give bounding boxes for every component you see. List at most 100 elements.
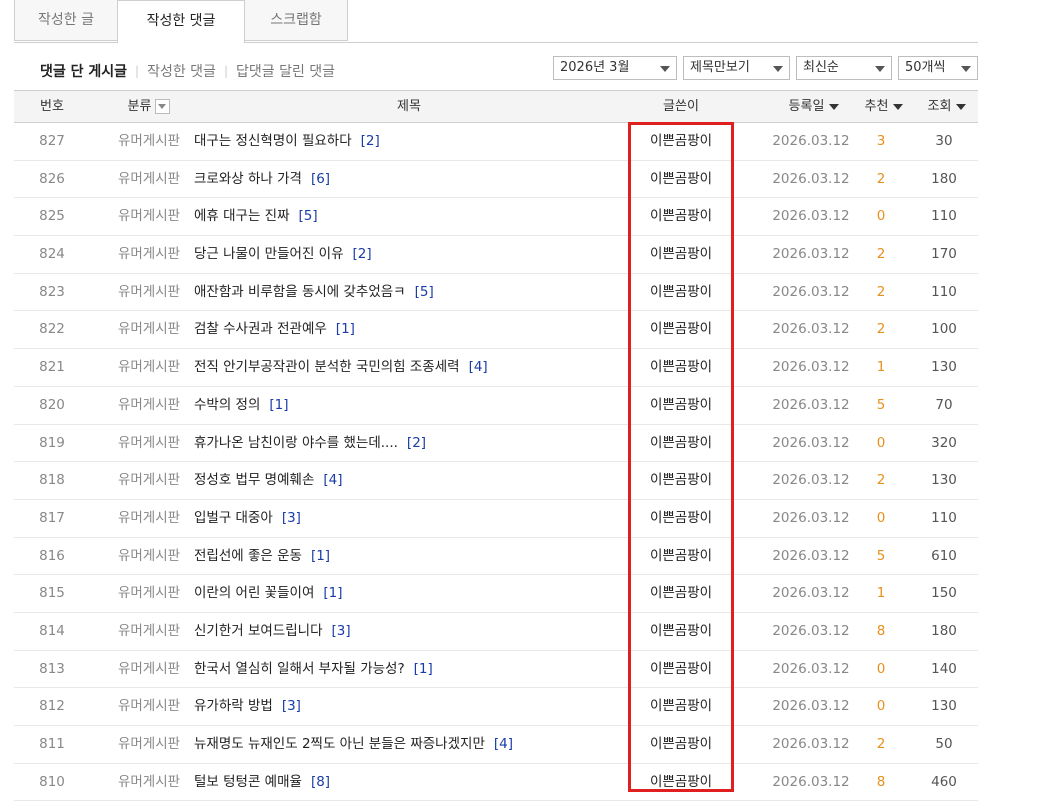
row-category[interactable]: 유머게시판 [90,387,208,423]
comment-count[interactable]: [2] [353,246,372,262]
row-category[interactable]: 유머게시판 [90,198,208,234]
table-row[interactable]: 813 유머게시판 한국서 열심히 일해서 부자될 가능성? [1] 이쁜곰팡이 2026… [14,651,978,689]
post-title-link[interactable]: 전립선에 좋은 운동 [194,548,302,564]
post-title-link[interactable]: 크로와상 하나 가격 [194,171,302,187]
table-row[interactable]: 812 유머게시판 유가하락 방법 [3] 이쁜곰팡이 2026.03.12 0 130 [14,688,978,726]
filter-commented-posts[interactable]: 댓글 단 게시글 [40,61,127,81]
post-title-link[interactable]: 정성호 법무 명예훼손 [194,472,314,488]
post-title-link[interactable]: 수박의 정의 [194,397,260,413]
table-row[interactable]: 823 유머게시판 애잔함과 비루함을 동시에 갖추었음ㅋ [5] 이쁜곰팡이 2026.… [14,274,978,312]
comment-count[interactable]: [1] [323,585,342,601]
header-recommend[interactable]: 추천 [856,91,912,122]
comment-count[interactable]: [3] [282,510,301,526]
row-author[interactable]: 이쁜곰팡이 [628,538,734,574]
table-row[interactable]: 827 유머게시판 대구는 정신혁명이 필요하다 [2] 이쁜곰팡이 2026.03.12… [14,123,978,161]
row-category[interactable]: 유머게시판 [90,500,208,536]
table-row[interactable]: 816 유머게시판 전립선에 좋은 운동 [1] 이쁜곰팡이 2026.03.12 5 610 [14,538,978,576]
row-author[interactable]: 이쁜곰팡이 [628,236,734,272]
comment-count[interactable]: [2] [407,435,426,451]
row-author[interactable]: 이쁜곰팡이 [628,198,734,234]
filter-written-comments[interactable]: 작성한 댓글 [147,61,216,81]
row-category[interactable]: 유머게시판 [90,236,208,272]
month-select[interactable]: 2026년 3월 [553,56,677,80]
header-date[interactable]: 등록일 [769,91,859,122]
table-row[interactable]: 821 유머게시판 전직 안기부공작관이 분석한 국민의힘 조종세력 [4] 이쁜곰팡이… [14,349,978,387]
comment-count[interactable]: [3] [332,623,351,639]
row-author[interactable]: 이쁜곰팡이 [628,688,734,724]
comment-count[interactable]: [5] [299,208,318,224]
comment-count[interactable]: [1] [311,548,330,564]
comment-count[interactable]: [2] [361,133,380,149]
row-author[interactable]: 이쁜곰팡이 [628,575,734,611]
row-category[interactable]: 유머게시판 [90,425,208,461]
comment-count[interactable]: [5] [415,284,434,300]
table-row[interactable]: 825 유머게시판 에휴 대구는 진짜 [5] 이쁜곰팡이 2026.03.12 0 110 [14,198,978,237]
comment-count[interactable]: [6] [311,171,330,187]
row-author[interactable]: 이쁜곰팡이 [628,651,734,687]
row-author[interactable]: 이쁜곰팡이 [628,764,734,800]
comment-count[interactable]: [4] [323,472,342,488]
table-row[interactable]: 822 유머게시판 검찰 수사권과 전관예우 [1] 이쁜곰팡이 2026.03.12 2 1… [14,311,978,350]
row-author[interactable]: 이쁜곰팡이 [628,500,734,536]
filter-replied-comments[interactable]: 답댓글 달린 댓글 [236,61,335,81]
tab-my-comments[interactable]: 작성한 댓글 [117,0,245,43]
comment-count[interactable]: [1] [269,397,288,413]
row-category[interactable]: 유머게시판 [90,123,208,159]
tab-scraps[interactable]: 스크랩함 [244,0,348,41]
page-size-select[interactable]: 50개씩 [898,56,978,80]
comment-count[interactable]: [3] [282,698,301,714]
row-author[interactable]: 이쁜곰팡이 [628,613,734,649]
post-title-link[interactable]: 전직 안기부공작관이 분석한 국민의힘 조종세력 [194,359,460,375]
row-category[interactable]: 유머게시판 [90,613,208,649]
table-row[interactable]: 826 유머게시판 크로와상 하나 가격 [6] 이쁜곰팡이 2026.03.12 2 180 [14,161,978,199]
row-category[interactable]: 유머게시판 [90,349,208,385]
row-author[interactable]: 이쁜곰팡이 [628,425,734,461]
row-author[interactable]: 이쁜곰팡이 [628,726,734,762]
post-title-link[interactable]: 털보 텅텅콘 예매율 [194,774,302,790]
post-title-link[interactable]: 대구는 정신혁명이 필요하다 [194,133,352,149]
post-title-link[interactable]: 당근 나물이 만들어진 이유 [194,246,344,262]
dropdown-icon[interactable] [155,99,171,114]
row-category[interactable]: 유머게시판 [90,538,208,574]
post-title-link[interactable]: 이란의 어린 꽃들이여 [194,585,314,601]
comment-count[interactable]: [1] [414,661,433,677]
row-category[interactable]: 유머게시판 [90,161,208,197]
view-mode-select[interactable]: 제목만보기 [683,56,790,80]
post-title-link[interactable]: 검찰 수사권과 전관예우 [194,321,327,337]
table-row[interactable]: 824 유머게시판 당근 나물이 만들어진 이유 [2] 이쁜곰팡이 2026.03.12… [14,236,978,274]
table-row[interactable]: 820 유머게시판 수박의 정의 [1] 이쁜곰팡이 2026.03.12 5 70 [14,387,978,425]
row-author[interactable]: 이쁜곰팡이 [628,462,734,498]
sort-select[interactable]: 최신순 [796,56,892,80]
post-title-link[interactable]: 뉴재명도 뉴재인도 2찍도 아닌 분들은 짜증나겠지만 [194,736,485,752]
row-category[interactable]: 유머게시판 [90,274,208,310]
row-author[interactable]: 이쁜곰팡이 [628,274,734,310]
table-row[interactable]: 814 유머게시판 신기한거 보여드립니다 [3] 이쁜곰팡이 2026.03.12 8 18… [14,613,978,651]
comment-count[interactable]: [4] [494,736,513,752]
tab-my-posts[interactable]: 작성한 글 [14,0,118,41]
comment-count[interactable]: [1] [336,321,355,337]
row-category[interactable]: 유머게시판 [90,311,208,347]
row-author[interactable]: 이쁜곰팡이 [628,387,734,423]
row-category[interactable]: 유머게시판 [90,651,208,687]
row-author[interactable]: 이쁜곰팡이 [628,349,734,385]
comment-count[interactable]: [8] [311,774,330,790]
row-author[interactable]: 이쁜곰팡이 [628,123,734,159]
post-title-link[interactable]: 신기한거 보여드립니다 [194,623,323,639]
post-title-link[interactable]: 휴가나온 남친이랑 야수를 했는데.... [194,435,398,451]
table-row[interactable]: 815 유머게시판 이란의 어린 꽃들이여 [1] 이쁜곰팡이 2026.03.12 1 15… [14,575,978,613]
row-category[interactable]: 유머게시판 [90,726,208,762]
row-category[interactable]: 유머게시판 [90,764,208,800]
row-author[interactable]: 이쁜곰팡이 [628,311,734,347]
row-category[interactable]: 유머게시판 [90,575,208,611]
header-category[interactable]: 분류 [90,91,208,122]
comment-count[interactable]: [4] [469,359,488,375]
post-title-link[interactable]: 입벌구 대중아 [194,510,273,526]
table-row[interactable]: 811 유머게시판 뉴재명도 뉴재인도 2찍도 아닌 분들은 짜증나겠지만 [4] 이쁜… [14,726,978,764]
header-views[interactable]: 조회 [919,91,975,122]
row-author[interactable]: 이쁜곰팡이 [628,161,734,197]
table-row[interactable]: 819 유머게시판 휴가나온 남친이랑 야수를 했는데.... [2] 이쁜곰팡이 202… [14,425,978,463]
post-title-link[interactable]: 애잔함과 비루함을 동시에 갖추었음ㅋ [194,284,406,300]
row-category[interactable]: 유머게시판 [90,462,208,498]
post-title-link[interactable]: 유가하락 방법 [194,698,273,714]
table-row[interactable]: 810 유머게시판 털보 텅텅콘 예매율 [8] 이쁜곰팡이 2026.03.12 8 460 [14,764,978,801]
